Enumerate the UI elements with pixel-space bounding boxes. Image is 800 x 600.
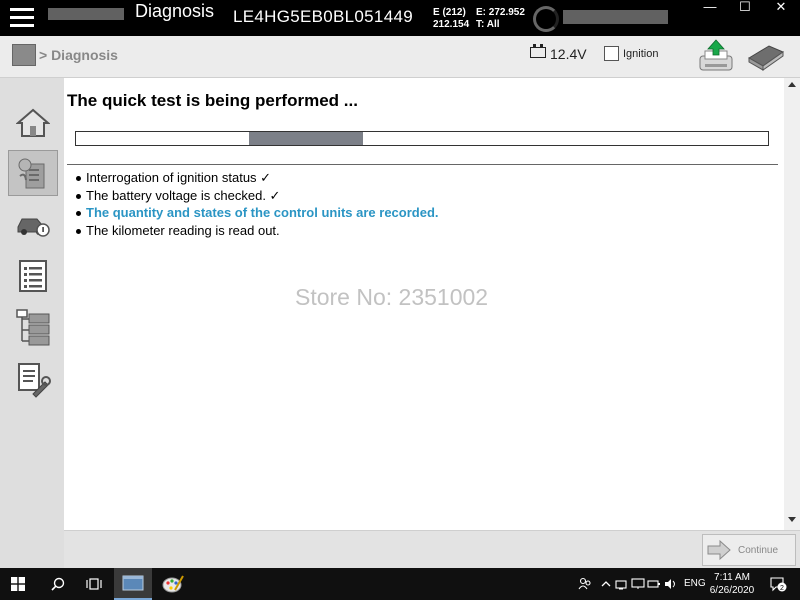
meta-line2-right: T: All xyxy=(476,19,500,30)
progress-fill xyxy=(249,132,363,145)
breadcrumb: > Diagnosis xyxy=(39,47,118,63)
step-item: Interrogation of ignition status ✓ xyxy=(76,169,439,187)
input-language[interactable]: ENG xyxy=(684,578,706,589)
clock-time: 7:11 AM xyxy=(714,572,750,583)
vehicle-meta: E (212) 212.154 E: 272.952 T: All xyxy=(433,7,525,31)
network-icon xyxy=(615,580,627,590)
continue-label: Continue xyxy=(738,544,779,556)
title-bar: Diagnosis LE4HG5EB0BL051449 E (212) 212.… xyxy=(0,0,800,36)
tray-battery-button[interactable] xyxy=(646,568,662,600)
maximize-button[interactable]: ☐ xyxy=(727,0,763,16)
ignition-label: Ignition xyxy=(623,48,659,60)
watermark-text: Store No: 2351002 xyxy=(295,284,489,310)
tray-volume-button[interactable] xyxy=(662,568,680,600)
menu-icon[interactable] xyxy=(10,8,34,28)
book-icon xyxy=(748,45,785,71)
upload-data-button[interactable] xyxy=(697,38,735,74)
power-icon xyxy=(647,580,660,588)
bullet-icon xyxy=(76,176,81,181)
clock-date: 6/26/2020 xyxy=(709,585,755,596)
tray-network-button[interactable] xyxy=(614,568,630,600)
step-text: The battery voltage is checked. ✓ xyxy=(86,187,281,203)
meta-line1-left: E (212) xyxy=(433,7,466,18)
sidebar-item-list[interactable] xyxy=(8,253,58,299)
upload-printer-icon xyxy=(699,39,733,71)
service-functions-icon xyxy=(18,363,51,398)
scroll-up-icon[interactable] xyxy=(788,82,796,87)
sidebar-item-vehicle-info[interactable] xyxy=(8,202,58,248)
windows-taskbar: ENG 7:11 AM 6/26/2020 2 xyxy=(0,568,800,600)
continue-button[interactable]: Continue xyxy=(702,534,796,566)
battery-icon xyxy=(530,44,546,58)
sidebar-item-service-functions[interactable] xyxy=(8,356,58,402)
vertical-scrollbar[interactable] xyxy=(784,78,800,530)
speaker-icon xyxy=(665,579,675,589)
meta-line2-left: 212.154 xyxy=(433,19,470,30)
quick-test-progress-bar xyxy=(75,131,769,146)
task-view-icon xyxy=(86,578,102,590)
step-text: Interrogation of ignition status ✓ xyxy=(86,170,272,185)
divider xyxy=(67,164,778,165)
windows-logo-icon xyxy=(11,577,25,591)
notification-count: 2 xyxy=(780,585,784,592)
action-center-button[interactable]: 2 xyxy=(764,568,792,600)
close-button[interactable]: ✕ xyxy=(763,0,799,16)
bullet-icon xyxy=(76,211,81,216)
sidebar-item-diagnosis[interactable] xyxy=(8,150,58,196)
diagnosis-icon xyxy=(18,158,45,189)
control-units-tree-icon xyxy=(16,309,50,346)
quick-test-steps: Interrogation of ignition status ✓ The b… xyxy=(76,169,439,239)
step-text: The quantity and states of the control u… xyxy=(86,205,439,220)
taskbar-clock[interactable]: 7:11 AM 6/26/2020 xyxy=(706,571,758,597)
ignition-checkbox[interactable] xyxy=(604,46,619,61)
app-window-icon xyxy=(122,575,144,591)
taskbar-app-paint[interactable] xyxy=(154,568,192,600)
step-text: The kilometer reading is read out. xyxy=(86,222,280,238)
bullet-icon xyxy=(76,193,81,199)
step-item: The kilometer reading is read out. xyxy=(76,222,439,240)
task-view-button[interactable] xyxy=(76,568,112,600)
paint-palette-icon xyxy=(162,575,184,593)
home-icon xyxy=(16,108,50,137)
page-title: The quick test is being performed ... xyxy=(67,91,358,110)
sidebar-item-control-units[interactable] xyxy=(8,304,58,350)
bullet-icon xyxy=(76,228,81,234)
step-item: The battery voltage is checked. ✓ xyxy=(76,187,439,205)
vehicle-info-icon xyxy=(17,218,50,237)
manual-book-button[interactable] xyxy=(745,38,785,74)
notification-icon: 2 xyxy=(770,577,787,592)
step-item-current: The quantity and states of the control u… xyxy=(76,204,439,222)
chevron-up-icon xyxy=(601,581,611,587)
sidebar-item-home[interactable] xyxy=(8,100,58,146)
meta-line1-right: E: 272.952 xyxy=(476,7,525,18)
obscured-brand xyxy=(48,8,124,20)
tray-monitor-button[interactable] xyxy=(630,568,646,600)
show-hidden-icons-button[interactable] xyxy=(598,568,614,600)
bottom-action-bar: Continue xyxy=(64,530,800,568)
start-button[interactable] xyxy=(0,568,36,600)
header-bar: > Diagnosis 12.4V Ignition xyxy=(0,36,800,78)
left-sidebar xyxy=(0,78,64,568)
obscured-info xyxy=(563,10,668,24)
arrow-right-icon xyxy=(707,539,731,561)
people-icon xyxy=(578,577,591,590)
main-content: The quick test is being performed ... In… xyxy=(64,78,784,530)
taskbar-app-diagnosis[interactable] xyxy=(114,568,152,600)
search-button[interactable] xyxy=(40,568,76,600)
battery-voltage: 12.4V xyxy=(550,46,587,62)
brand-logo-icon[interactable] xyxy=(12,44,36,66)
minimize-button[interactable]: — xyxy=(692,0,728,16)
scroll-down-icon[interactable] xyxy=(788,517,796,522)
connection-status-icon xyxy=(533,6,559,32)
display-icon xyxy=(631,578,645,589)
vin-number: LE4HG5EB0BL051449 xyxy=(233,7,413,26)
list-icon xyxy=(19,260,47,292)
people-button[interactable] xyxy=(574,568,596,600)
search-icon xyxy=(51,577,65,591)
app-title: Diagnosis xyxy=(135,1,215,21)
